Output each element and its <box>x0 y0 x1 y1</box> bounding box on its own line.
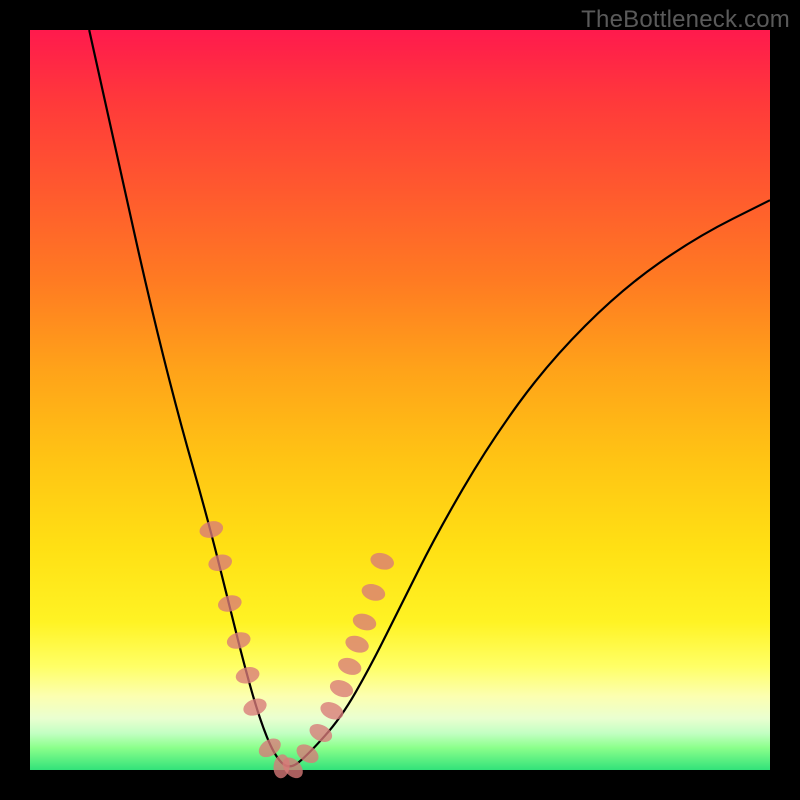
marker-point <box>225 630 252 651</box>
watermark-text: TheBottleneck.com <box>581 6 790 34</box>
bottleneck-curve <box>89 30 770 766</box>
chart-frame: TheBottleneck.com <box>0 0 800 800</box>
marker-point <box>360 581 387 603</box>
highlight-markers <box>198 519 396 782</box>
marker-point <box>198 519 225 541</box>
marker-point <box>327 677 355 700</box>
marker-point <box>368 550 395 572</box>
marker-point <box>241 695 269 718</box>
marker-point <box>216 593 243 614</box>
marker-point <box>207 552 234 573</box>
marker-point <box>318 699 346 723</box>
marker-point <box>343 633 371 656</box>
curve-layer <box>30 30 770 770</box>
marker-point <box>336 655 364 678</box>
plot-area <box>30 30 770 770</box>
marker-point <box>351 611 379 633</box>
marker-point <box>234 665 261 686</box>
